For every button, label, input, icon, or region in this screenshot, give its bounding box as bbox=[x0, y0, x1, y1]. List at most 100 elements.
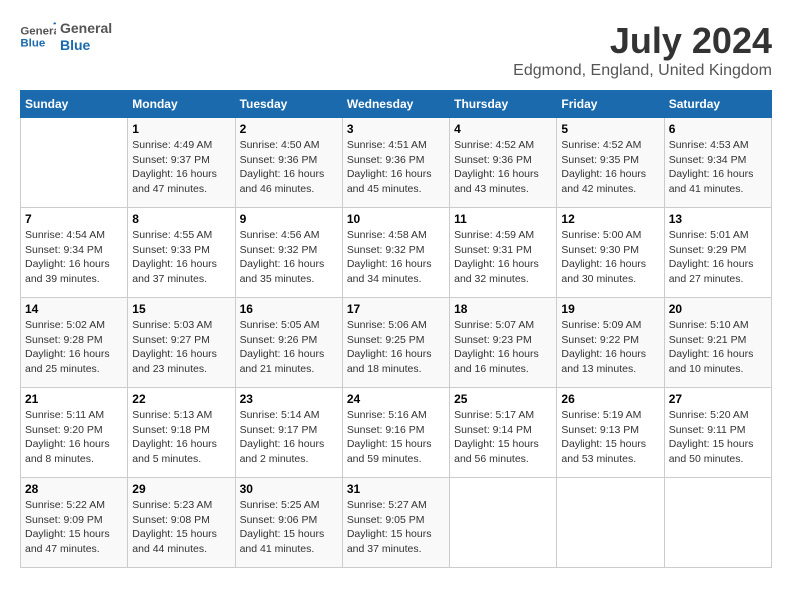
calendar-week-row: 21Sunrise: 5:11 AMSunset: 9:20 PMDayligh… bbox=[21, 388, 772, 478]
logo-icon: General Blue bbox=[20, 22, 56, 52]
day-info: Sunrise: 4:54 AMSunset: 9:34 PMDaylight:… bbox=[25, 228, 123, 287]
day-info: Sunrise: 5:09 AMSunset: 9:22 PMDaylight:… bbox=[561, 318, 659, 377]
calendar-table: SundayMondayTuesdayWednesdayThursdayFrid… bbox=[20, 90, 772, 568]
day-info: Sunrise: 5:10 AMSunset: 9:21 PMDaylight:… bbox=[669, 318, 767, 377]
day-info: Sunrise: 4:52 AMSunset: 9:35 PMDaylight:… bbox=[561, 138, 659, 197]
calendar-cell: 18Sunrise: 5:07 AMSunset: 9:23 PMDayligh… bbox=[450, 298, 557, 388]
calendar-cell: 11 Sunrise: 4:59 AMSunset: 9:31 PMDayligh… bbox=[450, 208, 557, 298]
day-number: 1 bbox=[132, 122, 230, 136]
svg-text:General: General bbox=[20, 25, 56, 37]
calendar-cell: 12 Sunrise: 5:00 AMSunset: 9:30 PMDayligh… bbox=[557, 208, 664, 298]
logo-general: General bbox=[60, 20, 112, 37]
calendar-cell: 15 Sunrise: 5:03 AMSunset: 9:27 PMDayligh… bbox=[128, 298, 235, 388]
calendar-cell bbox=[450, 478, 557, 568]
calendar-week-row: 7 Sunrise: 4:54 AMSunset: 9:34 PMDaylight… bbox=[21, 208, 772, 298]
day-number: 5 bbox=[561, 122, 659, 136]
day-number: 19 bbox=[561, 302, 659, 316]
calendar-cell: 26 Sunrise: 5:19 AMSunset: 9:13 PMDayligh… bbox=[557, 388, 664, 478]
svg-text:Blue: Blue bbox=[20, 38, 45, 50]
day-number: 20 bbox=[669, 302, 767, 316]
page-header: General Blue General Blue July 2024 Edgm… bbox=[20, 20, 772, 80]
day-number: 25 bbox=[454, 392, 552, 406]
day-number: 16 bbox=[240, 302, 338, 316]
day-info: Sunrise: 4:49 AMSunset: 9:37 PMDaylight:… bbox=[132, 138, 230, 197]
day-number: 7 bbox=[25, 212, 123, 226]
day-number: 15 bbox=[132, 302, 230, 316]
calendar-cell: 21Sunrise: 5:11 AMSunset: 9:20 PMDayligh… bbox=[21, 388, 128, 478]
weekday-header-thursday: Thursday bbox=[450, 91, 557, 118]
logo: General Blue General Blue bbox=[20, 20, 112, 54]
day-info: Sunrise: 5:19 AMSunset: 9:13 PMDaylight:… bbox=[561, 408, 659, 467]
day-info: Sunrise: 5:25 AMSunset: 9:06 PMDaylight:… bbox=[240, 498, 338, 557]
day-info: Sunrise: 5:23 AMSunset: 9:08 PMDaylight:… bbox=[132, 498, 230, 557]
calendar-cell: 28Sunrise: 5:22 AMSunset: 9:09 PMDayligh… bbox=[21, 478, 128, 568]
calendar-week-row: 14 Sunrise: 5:02 AMSunset: 9:28 PMDayligh… bbox=[21, 298, 772, 388]
day-number: 14 bbox=[25, 302, 123, 316]
calendar-cell: 10Sunrise: 4:58 AMSunset: 9:32 PMDayligh… bbox=[342, 208, 449, 298]
day-info: Sunrise: 4:52 AMSunset: 9:36 PMDaylight:… bbox=[454, 138, 552, 197]
day-number: 4 bbox=[454, 122, 552, 136]
day-number: 3 bbox=[347, 122, 445, 136]
calendar-cell: 7 Sunrise: 4:54 AMSunset: 9:34 PMDaylight… bbox=[21, 208, 128, 298]
weekday-header-friday: Friday bbox=[557, 91, 664, 118]
calendar-cell: 3 Sunrise: 4:51 AMSunset: 9:36 PMDaylight… bbox=[342, 118, 449, 208]
weekday-header-monday: Monday bbox=[128, 91, 235, 118]
calendar-cell: 29Sunrise: 5:23 AMSunset: 9:08 PMDayligh… bbox=[128, 478, 235, 568]
calendar-cell: 31Sunrise: 5:27 AMSunset: 9:05 PMDayligh… bbox=[342, 478, 449, 568]
calendar-cell: 4 Sunrise: 4:52 AMSunset: 9:36 PMDaylight… bbox=[450, 118, 557, 208]
calendar-cell: 22Sunrise: 5:13 AMSunset: 9:18 PMDayligh… bbox=[128, 388, 235, 478]
title-area: July 2024 Edgmond, England, United Kingd… bbox=[513, 20, 772, 80]
calendar-cell: 24Sunrise: 5:16 AMSunset: 9:16 PMDayligh… bbox=[342, 388, 449, 478]
day-number: 9 bbox=[240, 212, 338, 226]
day-number: 21 bbox=[25, 392, 123, 406]
day-info: Sunrise: 4:59 AMSunset: 9:31 PMDaylight:… bbox=[454, 228, 552, 287]
calendar-cell: 5 Sunrise: 4:52 AMSunset: 9:35 PMDaylight… bbox=[557, 118, 664, 208]
day-info: Sunrise: 5:01 AMSunset: 9:29 PMDaylight:… bbox=[669, 228, 767, 287]
calendar-cell: 9 Sunrise: 4:56 AMSunset: 9:32 PMDaylight… bbox=[235, 208, 342, 298]
logo-blue: Blue bbox=[60, 37, 112, 54]
day-info: Sunrise: 5:14 AMSunset: 9:17 PMDaylight:… bbox=[240, 408, 338, 467]
day-info: Sunrise: 5:00 AMSunset: 9:30 PMDaylight:… bbox=[561, 228, 659, 287]
calendar-cell: 19 Sunrise: 5:09 AMSunset: 9:22 PMDayligh… bbox=[557, 298, 664, 388]
day-number: 13 bbox=[669, 212, 767, 226]
calendar-cell: 25 Sunrise: 5:17 AMSunset: 9:14 PMDayligh… bbox=[450, 388, 557, 478]
day-number: 31 bbox=[347, 482, 445, 496]
day-info: Sunrise: 4:53 AMSunset: 9:34 PMDaylight:… bbox=[669, 138, 767, 197]
weekday-header-row: SundayMondayTuesdayWednesdayThursdayFrid… bbox=[21, 91, 772, 118]
day-number: 18 bbox=[454, 302, 552, 316]
day-info: Sunrise: 5:13 AMSunset: 9:18 PMDaylight:… bbox=[132, 408, 230, 467]
day-number: 6 bbox=[669, 122, 767, 136]
day-info: Sunrise: 5:02 AMSunset: 9:28 PMDaylight:… bbox=[25, 318, 123, 377]
calendar-cell: 30 Sunrise: 5:25 AMSunset: 9:06 PMDayligh… bbox=[235, 478, 342, 568]
day-number: 10 bbox=[347, 212, 445, 226]
calendar-cell: 16 Sunrise: 5:05 AMSunset: 9:26 PMDayligh… bbox=[235, 298, 342, 388]
calendar-cell: 2Sunrise: 4:50 AMSunset: 9:36 PMDaylight… bbox=[235, 118, 342, 208]
day-info: Sunrise: 5:06 AMSunset: 9:25 PMDaylight:… bbox=[347, 318, 445, 377]
day-info: Sunrise: 5:16 AMSunset: 9:16 PMDaylight:… bbox=[347, 408, 445, 467]
calendar-cell bbox=[557, 478, 664, 568]
calendar-cell: 6 Sunrise: 4:53 AMSunset: 9:34 PMDaylight… bbox=[664, 118, 771, 208]
weekday-header-saturday: Saturday bbox=[664, 91, 771, 118]
day-info: Sunrise: 4:51 AMSunset: 9:36 PMDaylight:… bbox=[347, 138, 445, 197]
day-number: 30 bbox=[240, 482, 338, 496]
weekday-header-sunday: Sunday bbox=[21, 91, 128, 118]
day-number: 11 bbox=[454, 212, 552, 226]
day-number: 17 bbox=[347, 302, 445, 316]
calendar-cell: 23 Sunrise: 5:14 AMSunset: 9:17 PMDayligh… bbox=[235, 388, 342, 478]
weekday-header-tuesday: Tuesday bbox=[235, 91, 342, 118]
calendar-cell: 14 Sunrise: 5:02 AMSunset: 9:28 PMDayligh… bbox=[21, 298, 128, 388]
calendar-title: July 2024 bbox=[513, 20, 772, 62]
calendar-cell: 8Sunrise: 4:55 AMSunset: 9:33 PMDaylight… bbox=[128, 208, 235, 298]
day-info: Sunrise: 4:56 AMSunset: 9:32 PMDaylight:… bbox=[240, 228, 338, 287]
day-info: Sunrise: 4:55 AMSunset: 9:33 PMDaylight:… bbox=[132, 228, 230, 287]
calendar-cell bbox=[664, 478, 771, 568]
calendar-cell: 13 Sunrise: 5:01 AMSunset: 9:29 PMDayligh… bbox=[664, 208, 771, 298]
day-info: Sunrise: 5:17 AMSunset: 9:14 PMDaylight:… bbox=[454, 408, 552, 467]
day-info: Sunrise: 5:05 AMSunset: 9:26 PMDaylight:… bbox=[240, 318, 338, 377]
day-number: 27 bbox=[669, 392, 767, 406]
day-number: 23 bbox=[240, 392, 338, 406]
day-number: 12 bbox=[561, 212, 659, 226]
day-number: 26 bbox=[561, 392, 659, 406]
day-info: Sunrise: 5:03 AMSunset: 9:27 PMDaylight:… bbox=[132, 318, 230, 377]
calendar-week-row: 28Sunrise: 5:22 AMSunset: 9:09 PMDayligh… bbox=[21, 478, 772, 568]
